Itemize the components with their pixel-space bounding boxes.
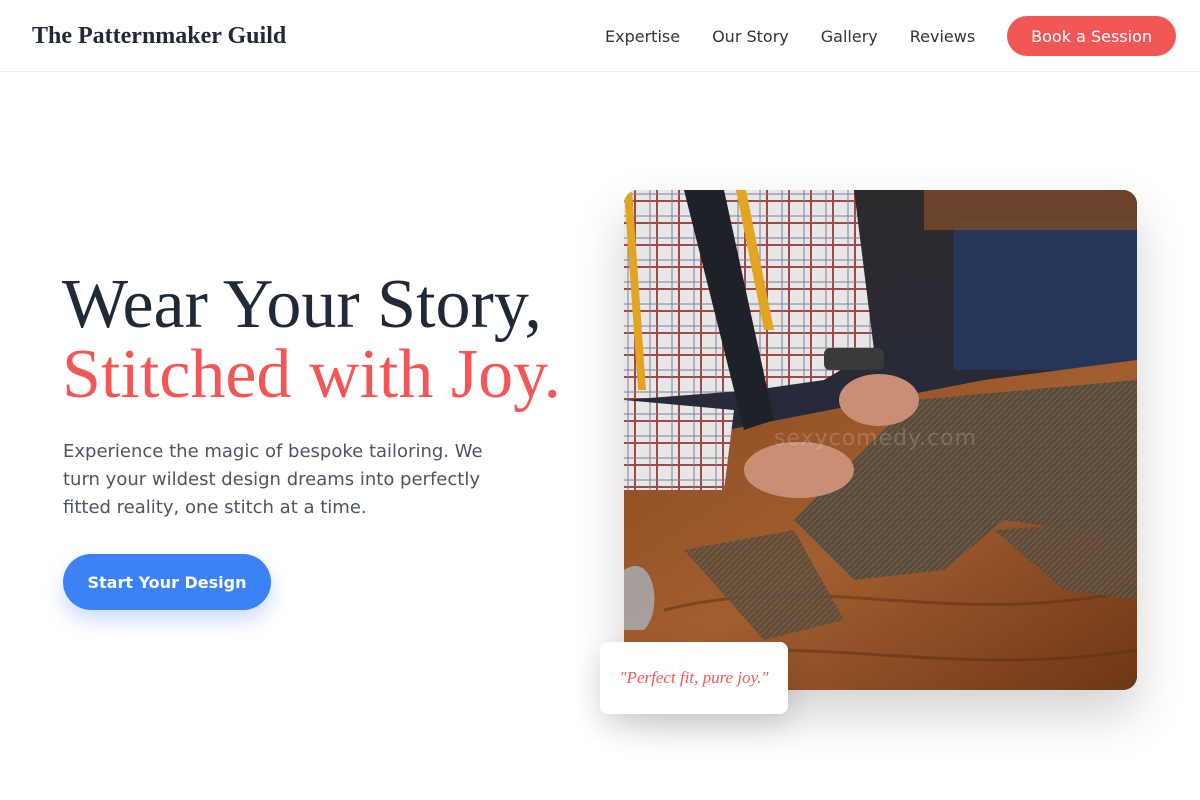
hero-title-line-1: Wear Your Story, xyxy=(62,266,542,343)
hero-title: Wear Your Story, Stitched with Joy. xyxy=(62,270,602,410)
nav-link-expertise[interactable]: Expertise xyxy=(605,27,680,46)
testimonial-quote-card: "Perfect fit, pure joy." xyxy=(600,642,788,714)
main-nav: Expertise Our Story Gallery Reviews Book… xyxy=(605,16,1176,56)
brand-logo[interactable]: The Patternmaker Guild xyxy=(32,20,286,52)
nav-link-reviews[interactable]: Reviews xyxy=(910,27,975,46)
hero-description: Experience the magic of bespoke tailorin… xyxy=(63,441,483,518)
hero-image: sexycomedy.com xyxy=(624,190,1137,690)
site-header: The Patternmaker Guild Expertise Our Sto… xyxy=(0,0,1200,72)
start-design-button[interactable]: Start Your Design xyxy=(63,554,271,610)
hero-title-line-2: Stitched with Joy. xyxy=(62,336,562,413)
nav-link-our-story[interactable]: Our Story xyxy=(712,27,789,46)
book-session-button[interactable]: Book a Session xyxy=(1007,16,1176,56)
nav-link-gallery[interactable]: Gallery xyxy=(821,27,878,46)
testimonial-quote: "Perfect fit, pure joy." xyxy=(619,668,769,687)
image-watermark: sexycomedy.com xyxy=(774,426,977,451)
